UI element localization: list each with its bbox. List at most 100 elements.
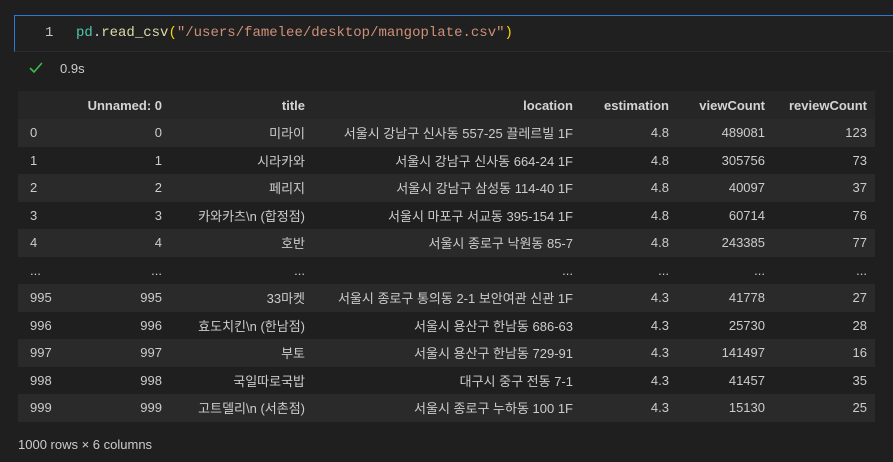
table-cell: 국일따로국밥 — [170, 366, 313, 394]
row-index: 1 — [18, 146, 66, 174]
table-cell: 3 — [66, 201, 170, 229]
row-index: 3 — [18, 201, 66, 229]
table-cell: 카와카츠\n (합정점) — [170, 201, 313, 229]
table-cell: 28 — [773, 311, 875, 339]
table-cell: 효도치킨\n (한남점) — [170, 311, 313, 339]
table-cell: 시라카와 — [170, 146, 313, 174]
table-cell: 1 — [66, 146, 170, 174]
table-cell: 41457 — [677, 366, 773, 394]
table-cell: 305756 — [677, 146, 773, 174]
table-cell: 4.8 — [581, 119, 677, 147]
table-cell: 0 — [66, 119, 170, 147]
table-cell: 25730 — [677, 311, 773, 339]
table-cell: 77 — [773, 229, 875, 257]
table-cell: 서울시 마포구 서교동 395-154 1F — [313, 201, 581, 229]
table-cell: ... — [677, 256, 773, 284]
code-open-paren: ( — [168, 25, 177, 41]
execution-status: 0.9s — [28, 59, 85, 77]
table-row: 999 999 고트델리\n (서촌점) 서울시 종로구 누하동 100 1F 4.3 1… — [18, 394, 875, 422]
table-cell: 4.3 — [581, 366, 677, 394]
table-cell: 미라이 — [170, 119, 313, 147]
column-header: estimation — [581, 91, 677, 119]
code-line[interactable]: pd.read_csv("/users/famelee/desktop/mang… — [76, 25, 513, 41]
elapsed-time: 0.9s — [60, 60, 85, 76]
table-cell: ... — [66, 256, 170, 284]
table-row: 1 1 시라카와 서울시 강남구 신사동 664-24 1F 4.8 305756 73 — [18, 146, 875, 174]
table-cell: 15130 — [677, 394, 773, 422]
table-cell: 서울시 종로구 누하동 100 1F — [313, 394, 581, 422]
table-cell: 4 — [66, 229, 170, 257]
column-header: location — [313, 91, 581, 119]
table-row: 3 3 카와카츠\n (합정점) 서울시 마포구 서교동 395-154 1F 4.8 6… — [18, 201, 875, 229]
dataframe-output: Unnamed: 0 title location estimation viewCou… — [18, 91, 875, 422]
table-cell: 41778 — [677, 284, 773, 312]
table-cell: 4.8 — [581, 201, 677, 229]
table-cell: ... — [581, 256, 677, 284]
table-cell: 25 — [773, 394, 875, 422]
table-row: 997 997 부토 서울시 용산구 한남동 729-91 4.3 141497 16 — [18, 339, 875, 367]
index-header — [18, 91, 66, 119]
column-header: Unnamed: 0 — [66, 91, 170, 119]
code-string: "/users/famelee/desktop/mangoplate.csv" — [176, 25, 505, 41]
code-variable: pd — [76, 25, 93, 41]
code-dot: . — [92, 25, 102, 41]
table-cell: 60714 — [677, 201, 773, 229]
table-cell: 부토 — [170, 339, 313, 367]
table-cell: ... — [313, 256, 581, 284]
column-header: reviewCount — [773, 91, 875, 119]
table-cell: 서울시 용산구 한남동 729-91 — [313, 339, 581, 367]
table-cell: 997 — [66, 339, 170, 367]
row-index: ... — [18, 256, 66, 284]
check-icon — [29, 62, 43, 73]
table-cell: 35 — [773, 366, 875, 394]
table-cell: 40097 — [677, 174, 773, 202]
table-row: 4 4 호반 서울시 종로구 낙원동 85-7 4.8 243385 77 — [18, 229, 875, 257]
code-cell[interactable]: 1 pd.read_csv("/users/famelee/desktop/ma… — [14, 15, 893, 52]
table-cell: 서울시 종로구 낙원동 85-7 — [313, 229, 581, 257]
row-index: 996 — [18, 311, 66, 339]
table-cell: 4.8 — [581, 229, 677, 257]
table-cell: 4.3 — [581, 394, 677, 422]
table-row: 995 995 33마켓 서울시 종로구 통의동 2-1 보안여관 신관 1F 4.3 4… — [18, 284, 875, 312]
table-cell: 4.3 — [581, 311, 677, 339]
table-cell: 76 — [773, 201, 875, 229]
row-count-summary: 1000 rows × 6 columns — [18, 437, 153, 452]
table-cell: 호반 — [170, 229, 313, 257]
table-cell: 489081 — [677, 119, 773, 147]
table-row: 0 0 미라이 서울시 강남구 신사동 557-25 끌레르빌 1F 4.8 489081… — [18, 119, 875, 147]
table-header-row: Unnamed: 0 title location estimation viewCou… — [18, 91, 875, 119]
table-cell: 33마켓 — [170, 284, 313, 312]
row-index: 997 — [18, 339, 66, 367]
table-row: 2 2 페리지 서울시 강남구 삼성동 114-40 1F 4.8 40097 37 — [18, 174, 875, 202]
table-row: 996 996 효도치킨\n (한남점) 서울시 용산구 한남동 686-63 4.3 2… — [18, 311, 875, 339]
table-cell: 페리지 — [170, 174, 313, 202]
table-cell: 37 — [773, 174, 875, 202]
column-header: viewCount — [677, 91, 773, 119]
table-cell: 996 — [66, 311, 170, 339]
table-body: 0 0 미라이 서울시 강남구 신사동 557-25 끌레르빌 1F 4.8 489081… — [18, 119, 875, 422]
table-cell: 서울시 종로구 통의동 2-1 보안여관 신관 1F — [313, 284, 581, 312]
table-cell: 고트델리\n (서촌점) — [170, 394, 313, 422]
table-cell: 4.3 — [581, 284, 677, 312]
table-cell: 123 — [773, 119, 875, 147]
table-row: ..................... — [18, 256, 875, 284]
table-row: 998 998 국일따로국밥 대구시 중구 전동 7-1 4.3 41457 35 — [18, 366, 875, 394]
code-function: read_csv — [101, 25, 169, 41]
table-cell: 4.3 — [581, 339, 677, 367]
row-index: 998 — [18, 366, 66, 394]
table-cell: 73 — [773, 146, 875, 174]
row-index: 0 — [18, 119, 66, 147]
table-cell: 16 — [773, 339, 875, 367]
column-header: title — [170, 91, 313, 119]
table-cell: 4.8 — [581, 174, 677, 202]
table-cell: 4.8 — [581, 146, 677, 174]
table-cell: 2 — [66, 174, 170, 202]
table-cell: 27 — [773, 284, 875, 312]
table-cell: ... — [170, 256, 313, 284]
table-cell: 243385 — [677, 229, 773, 257]
dataframe-table: Unnamed: 0 title location estimation viewCou… — [18, 91, 875, 422]
table-cell: 999 — [66, 394, 170, 422]
row-index: 2 — [18, 174, 66, 202]
line-number: 1 — [45, 25, 54, 41]
code-close-paren: ) — [504, 25, 513, 41]
